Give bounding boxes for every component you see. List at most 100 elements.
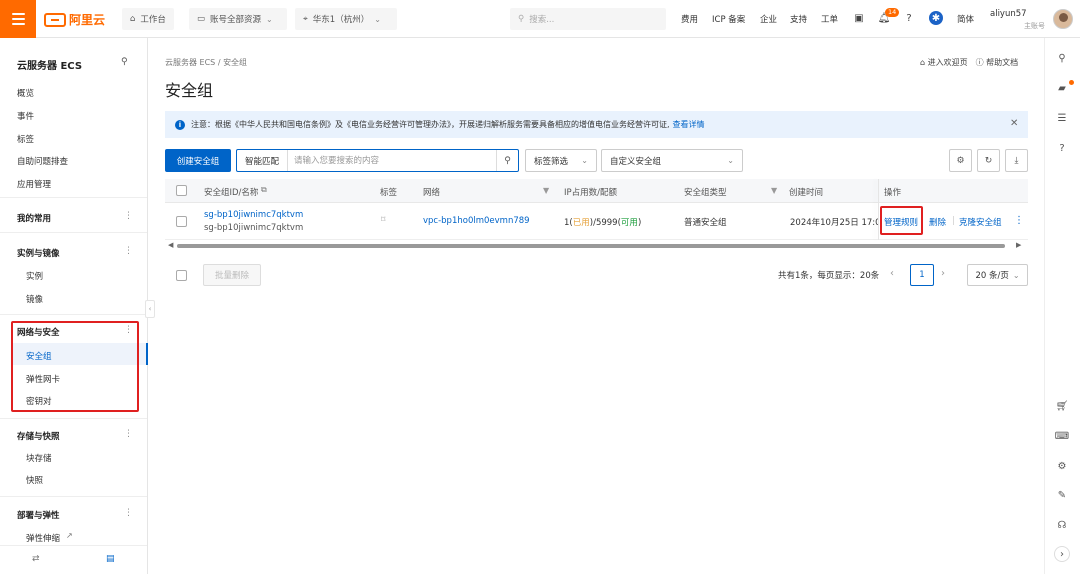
assistant-icon[interactable]: ✱ [929,11,943,25]
scroll-left-icon[interactable]: ◀ [168,241,173,249]
chevron-right-icon[interactable]: › [941,268,945,279]
tag-filter-label: 标签筛选 [534,156,569,167]
refresh-icon[interactable]: ↻ [977,149,1000,172]
resource-scope-select[interactable]: ▭ 账号全部资源 ⌄ [189,8,287,30]
tag-filter-select[interactable]: 标签筛选 ⌄ [525,149,597,172]
region-select[interactable]: ⌖ 华东1（杭州） ⌄ [295,8,397,30]
more-icon[interactable]: ⋮ [124,508,133,518]
scroll-right-icon[interactable]: ▶ [1016,241,1021,249]
icp-link[interactable]: ICP 备案 [712,13,745,25]
sidebar-item-tags[interactable]: 标签 [17,133,34,145]
sidebar-group-storage[interactable]: 存储与快照 [17,430,60,442]
more-icon[interactable]: ⋮ [1014,215,1024,226]
welcome-link[interactable]: ⌂ 进入欢迎页 [920,57,968,68]
language-switch[interactable]: 简体 [957,13,974,25]
sidebar-group-deployment[interactable]: 部署与弹性 [17,509,60,521]
horizontal-scrollbar[interactable]: ◀ ▶ [165,241,1028,251]
cart-icon[interactable]: 🛒︎ [1054,398,1070,414]
scroll-thumb[interactable] [177,244,1005,248]
security-group-name: sg-bp10jiwnimc7qktvm [204,223,304,233]
breadcrumb-ecs[interactable]: 云服务器 ECS [165,58,215,67]
home-icon: ⌂ [130,14,136,24]
aliyun-logo[interactable]: 阿里云 [44,11,105,28]
security-group-id[interactable]: sg-bp10jiwnimc7qktvm [204,210,303,220]
swap-icon[interactable]: ⇄ [32,554,40,564]
enterprise-link[interactable]: 企业 [760,13,777,25]
more-icon[interactable]: ⋮ [124,429,133,439]
create-security-group-button[interactable]: 创建安全组 [165,149,231,172]
search-icon[interactable]: ⚲ [496,150,518,171]
tag-icon[interactable]: ⌑ [381,215,385,225]
ip-used-count: 1 [564,218,570,228]
sidebar-item-instances[interactable]: 实例 [26,270,43,282]
document-icon[interactable]: ☰ [1054,110,1070,126]
more-icon[interactable]: ⋮ [124,246,133,256]
chevron-down-icon: ⌄ [1012,270,1020,280]
support-link[interactable]: 支持 [790,13,807,25]
location-icon: ⌖ [303,14,308,24]
search-icon[interactable]: ⚲ [121,57,128,67]
avatar[interactable] [1053,9,1073,29]
filter-icon[interactable]: ▼ [543,186,549,195]
copy-icon[interactable]: ⧉ [261,185,267,195]
sidebar-item-images[interactable]: 镜像 [26,293,43,305]
search-input[interactable] [288,150,496,171]
select-all-checkbox[interactable] [176,185,187,196]
sidebar-item-block-storage[interactable]: 块存储 [26,452,52,464]
download-icon[interactable]: ⤓ [1005,149,1028,172]
security-group-type: 普通安全组 [684,218,727,228]
headset-icon[interactable]: ☊ [1054,517,1070,533]
sidebar-item-events[interactable]: 事件 [17,110,34,122]
sidebar-item-snapshots[interactable]: 快照 [26,474,43,486]
highlight-box [880,206,923,235]
menu-icon[interactable] [0,0,36,38]
sidebar-item-troubleshoot[interactable]: 自助问题排查 [17,155,68,167]
layout-icon[interactable]: ▤ [106,554,115,564]
code-icon[interactable]: ⌨ [1054,428,1070,444]
help-icon[interactable]: ? [902,11,916,25]
vpc-link[interactable]: vpc-bp1ho0lm0evmn789 [423,216,530,226]
search-icon: ⚲ [518,14,525,24]
top-navigation-bar: 阿里云 ⌂ 工作台 ▭ 账号全部资源 ⌄ ⌖ 华东1（杭州） ⌄ ⚲ 搜索...… [0,0,1080,38]
delete-link[interactable]: 删除 [929,216,946,228]
billing-link[interactable]: 费用 [681,13,698,25]
sidebar-item-auto-scaling[interactable]: 弹性伸缩 [26,532,60,544]
custom-group-select[interactable]: 自定义安全组 ⌄ [601,149,743,172]
workbench-label: 工作台 [140,15,166,25]
sidebar-item-app-management[interactable]: 应用管理 [17,178,51,190]
sidebar-group-favorites[interactable]: 我的常用 [17,212,51,224]
pagination-summary: 共有1条，每页显示：20条 [778,271,880,281]
sidebar-item-overview[interactable]: 概览 [17,87,34,99]
edit-icon[interactable]: ✎ [1054,487,1070,503]
page-size-label: 20 条/页 [975,271,1009,281]
more-icon[interactable]: ⋮ [124,211,133,221]
batch-delete-button[interactable]: 批量删除 [203,264,261,286]
help-icon[interactable]: ? [1054,140,1070,156]
clone-security-group-link[interactable]: 克隆安全组 [959,216,1002,228]
terminal-icon[interactable]: ▣ [852,11,866,25]
chevron-left-icon[interactable]: ‹ [890,268,894,279]
chevron-right-icon[interactable]: › [1054,546,1070,562]
user-name[interactable]: aliyun57 [990,9,1027,19]
help-doc-link[interactable]: ⓘ 帮助文档 [976,57,1019,68]
footer-select-all-checkbox[interactable] [176,270,187,281]
notification-dot [1069,80,1074,85]
coupon-icon[interactable]: ▰ [1054,80,1070,96]
filter-icon[interactable]: ▼ [771,186,777,195]
sidebar-group-instances[interactable]: 实例与镜像 [17,247,60,259]
settings-icon[interactable]: ⚙ [949,149,972,172]
global-search-input[interactable]: ⚲ 搜索... [510,8,666,30]
notice-detail-link[interactable]: 查看详情 [673,119,705,130]
match-mode-select[interactable]: 智能匹配 [237,150,289,171]
settings-icon[interactable]: ⚙ [1054,458,1070,474]
current-page[interactable]: 1 [910,264,934,286]
action-separator: | [952,216,955,226]
sidebar-collapse-handle[interactable]: ‹ [145,300,155,318]
page-size-select[interactable]: 20 条/页 ⌄ [967,264,1028,286]
row-checkbox[interactable] [176,216,187,227]
close-icon[interactable]: ✕ [1010,118,1018,129]
workbench-button[interactable]: ⌂ 工作台 [122,8,174,30]
ticket-link[interactable]: 工单 [821,13,838,25]
chevron-down-icon: ⌄ [581,156,588,165]
search-icon[interactable]: ⚲ [1054,50,1070,66]
